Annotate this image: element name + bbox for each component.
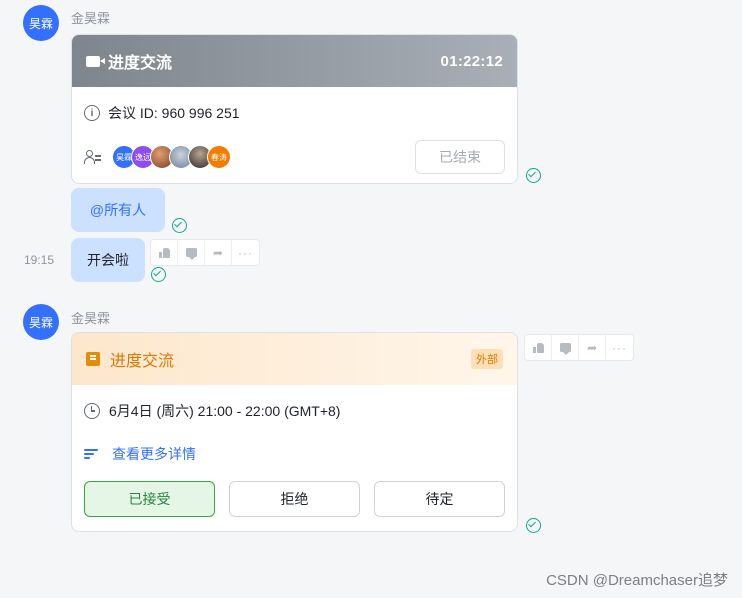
thumbs-up-icon[interactable] xyxy=(525,335,552,360)
video-camera-icon xyxy=(86,55,105,67)
view-details-link[interactable]: 查看更多详情 xyxy=(112,444,196,464)
forward-icon[interactable]: ➦ xyxy=(579,335,606,360)
comment-icon[interactable] xyxy=(552,335,579,360)
meeting-id-row: i 会议 ID: 960 996 251 xyxy=(72,87,517,139)
comment-icon[interactable] xyxy=(178,240,205,265)
more-icon[interactable]: ··· xyxy=(606,335,633,360)
message-bubble[interactable]: @所有人 xyxy=(71,188,165,232)
event-time-row: 6月4日 (周六) 21:00 - 22:00 (GMT+8) xyxy=(72,385,517,437)
external-badge: 外部 xyxy=(471,349,503,369)
accept-button[interactable]: 已接受 xyxy=(84,481,215,517)
message-time: 19:15 xyxy=(24,253,55,267)
message-action-bar: ➦ ··· xyxy=(524,334,634,361)
more-icon[interactable]: ··· xyxy=(232,240,259,265)
sender-name: 金昊霖 xyxy=(71,311,111,326)
meeting-card-header: 进度交流 01:22:12 xyxy=(72,35,517,87)
calendar-icon xyxy=(86,352,100,366)
calendar-card-header: 进度交流 外部 xyxy=(72,333,517,385)
read-receipt-icon xyxy=(172,218,187,233)
decline-button[interactable]: 拒绝 xyxy=(229,481,360,517)
details-row: 查看更多详情 xyxy=(72,437,517,471)
forward-icon[interactable]: ➦ xyxy=(205,240,232,265)
read-receipt-icon xyxy=(526,518,541,533)
message-bubble[interactable]: 开会啦 xyxy=(71,238,145,282)
tentative-button[interactable]: 待定 xyxy=(374,481,505,517)
thumbs-up-icon[interactable] xyxy=(151,240,178,265)
info-icon: i xyxy=(84,105,100,121)
participants-icon xyxy=(84,149,102,165)
calendar-event-card[interactable]: 进度交流 外部 6月4日 (周六) 21:00 - 22:00 (GMT+8) … xyxy=(71,332,518,532)
participants-row: 昊霖 逸远 春涛 已结束 xyxy=(72,139,517,175)
clock-icon xyxy=(84,403,100,419)
meeting-title: 进度交流 xyxy=(108,55,173,72)
read-receipt-icon xyxy=(151,267,166,282)
participant-avatars[interactable]: 昊霖 逸远 春涛 xyxy=(112,145,231,169)
rsvp-buttons: 已接受 拒绝 待定 xyxy=(72,481,517,517)
read-receipt-icon xyxy=(526,168,541,183)
avatar[interactable]: 昊霖 xyxy=(23,5,59,41)
meeting-ended-button[interactable]: 已结束 xyxy=(415,140,505,174)
watermark: CSDN @Dreamchaser追梦 xyxy=(546,572,728,589)
message-action-bar: ➦ ··· xyxy=(150,239,260,266)
participant-avatar[interactable]: 春涛 xyxy=(207,145,231,169)
meeting-id: 会议 ID: 960 996 251 xyxy=(108,105,240,121)
avatar[interactable]: 昊霖 xyxy=(23,304,59,340)
details-icon xyxy=(84,448,98,460)
event-title: 进度交流 xyxy=(110,353,175,370)
meeting-duration: 01:22:12 xyxy=(440,52,503,70)
sender-name: 金昊霖 xyxy=(71,11,111,26)
meeting-card[interactable]: 进度交流 01:22:12 i 会议 ID: 960 996 251 昊霖 逸远… xyxy=(71,34,518,184)
event-time: 6月4日 (周六) 21:00 - 22:00 (GMT+8) xyxy=(109,403,341,419)
